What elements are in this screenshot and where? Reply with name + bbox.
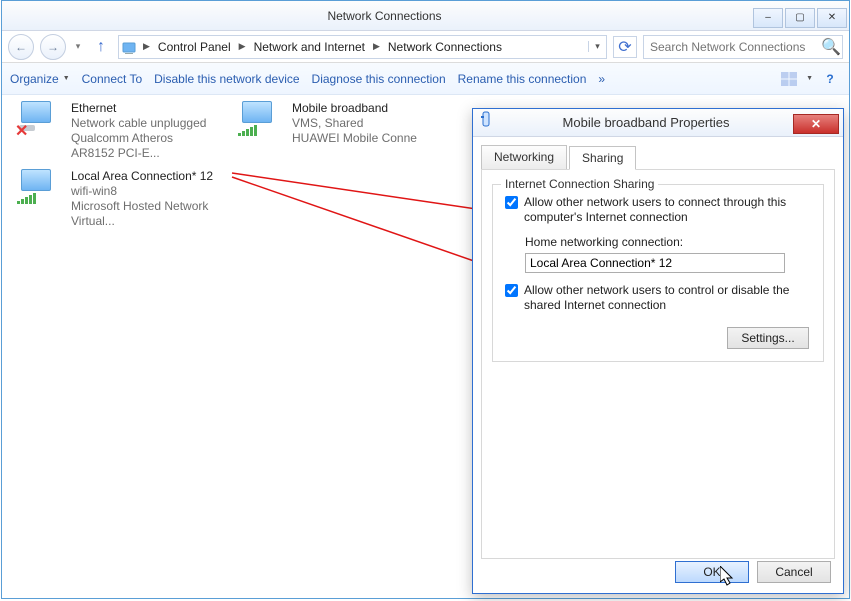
home-connection-value: Local Area Connection* 12 (530, 256, 672, 270)
search-box[interactable]: 🔍 (643, 35, 843, 59)
organize-menu[interactable]: Organize▼ (10, 72, 70, 86)
navbar: ← → ▾ ↑ ▶ Control Panel ▶ Network and In… (2, 31, 849, 63)
forward-button[interactable]: → (40, 34, 66, 60)
back-button[interactable]: ← (8, 34, 34, 60)
cancel-button[interactable]: Cancel (757, 561, 831, 583)
allow-connect-checkbox[interactable]: Allow other network users to connect thr… (505, 195, 811, 225)
adapter-icon (473, 110, 499, 135)
refresh-button[interactable]: ⟳ (613, 36, 637, 58)
toolbar: Organize▼ Connect To Disable this networ… (2, 63, 849, 95)
connect-to-button[interactable]: Connect To (82, 72, 143, 86)
tab-networking[interactable]: Networking (481, 145, 567, 169)
chevron-right-icon: ▶ (237, 41, 248, 52)
breadcrumb-crumb[interactable]: Control Panel (152, 40, 237, 54)
window-title: Network Connections (16, 9, 753, 23)
search-icon[interactable]: 🔍 (820, 37, 842, 57)
connection-status: wifi-win8 (71, 184, 227, 199)
connection-name: Local Area Connection* 12 (71, 169, 227, 184)
connection-item-ethernet[interactable]: ✕ Ethernet Network cable unplugged Qualc… (17, 101, 216, 161)
breadcrumb[interactable]: ▶ Control Panel ▶ Network and Internet ▶… (118, 35, 607, 59)
window-close-button[interactable]: ✕ (817, 8, 847, 28)
breadcrumb-crumb[interactable]: Network Connections (382, 40, 508, 54)
breadcrumb-dropdown[interactable]: ▾ (588, 41, 606, 52)
tab-panel-sharing: Internet Connection Sharing Allow other … (481, 169, 835, 559)
window-minimize-button[interactable]: – (753, 8, 783, 28)
breadcrumb-crumb[interactable]: Network and Internet (248, 40, 371, 54)
titlebar: Network Connections – ▢ ✕ (2, 1, 849, 31)
ok-button[interactable]: OK (675, 561, 749, 583)
connection-detail: HUAWEI Mobile Conne (292, 131, 417, 146)
connection-item-mobile-broadband[interactable]: Mobile broadband VMS, Shared HUAWEI Mobi… (238, 101, 437, 161)
allow-control-input[interactable] (505, 284, 518, 297)
allow-control-checkbox[interactable]: Allow other network users to control or … (505, 283, 811, 313)
local-area-icon (17, 169, 61, 209)
history-dropdown[interactable]: ▾ (72, 41, 84, 52)
ics-group-label: Internet Connection Sharing (501, 177, 658, 191)
ics-group: Internet Connection Sharing Allow other … (492, 184, 824, 362)
window-maximize-button[interactable]: ▢ (785, 8, 815, 28)
allow-connect-input[interactable] (505, 196, 518, 209)
connection-status: Network cable unplugged (71, 116, 216, 131)
chevron-right-icon: ▶ (371, 41, 382, 52)
connection-status: VMS, Shared (292, 116, 417, 131)
settings-button[interactable]: Settings... (727, 327, 809, 349)
connection-detail: Microsoft Hosted Network Virtual... (71, 199, 227, 229)
rename-button[interactable]: Rename this connection (458, 72, 587, 86)
connection-name: Ethernet (71, 101, 216, 116)
toolbar-overflow[interactable]: » (598, 72, 605, 86)
chevron-right-icon: ▶ (141, 41, 152, 52)
dialog-close-button[interactable]: ✕ (793, 114, 839, 134)
view-dropdown[interactable]: ▼ (806, 75, 813, 82)
connection-name: Mobile broadband (292, 101, 417, 116)
tab-sharing[interactable]: Sharing (569, 146, 636, 170)
dialog-tabs: Networking Sharing (473, 137, 843, 169)
mobile-icon (238, 101, 282, 141)
properties-dialog: Mobile broadband Properties ✕ Networking… (472, 108, 844, 594)
search-input[interactable] (644, 40, 820, 54)
ethernet-icon: ✕ (17, 101, 61, 141)
diagnose-button[interactable]: Diagnose this connection (312, 72, 446, 86)
home-connection-label: Home networking connection: (525, 235, 811, 249)
disable-device-button[interactable]: Disable this network device (154, 72, 299, 86)
dialog-titlebar[interactable]: Mobile broadband Properties ✕ (473, 109, 843, 137)
dialog-title: Mobile broadband Properties (499, 115, 793, 130)
connection-item-local-area[interactable]: Local Area Connection* 12 wifi-win8 Micr… (17, 169, 227, 229)
help-button[interactable]: ? (819, 68, 841, 90)
home-connection-select[interactable]: Local Area Connection* 12 (525, 253, 785, 273)
dialog-buttons: OK Cancel (675, 561, 831, 583)
view-options-button[interactable] (778, 68, 800, 90)
control-panel-icon (119, 36, 141, 58)
up-button[interactable]: ↑ (90, 36, 112, 58)
connection-detail: Qualcomm Atheros AR8152 PCI-E... (71, 131, 216, 161)
